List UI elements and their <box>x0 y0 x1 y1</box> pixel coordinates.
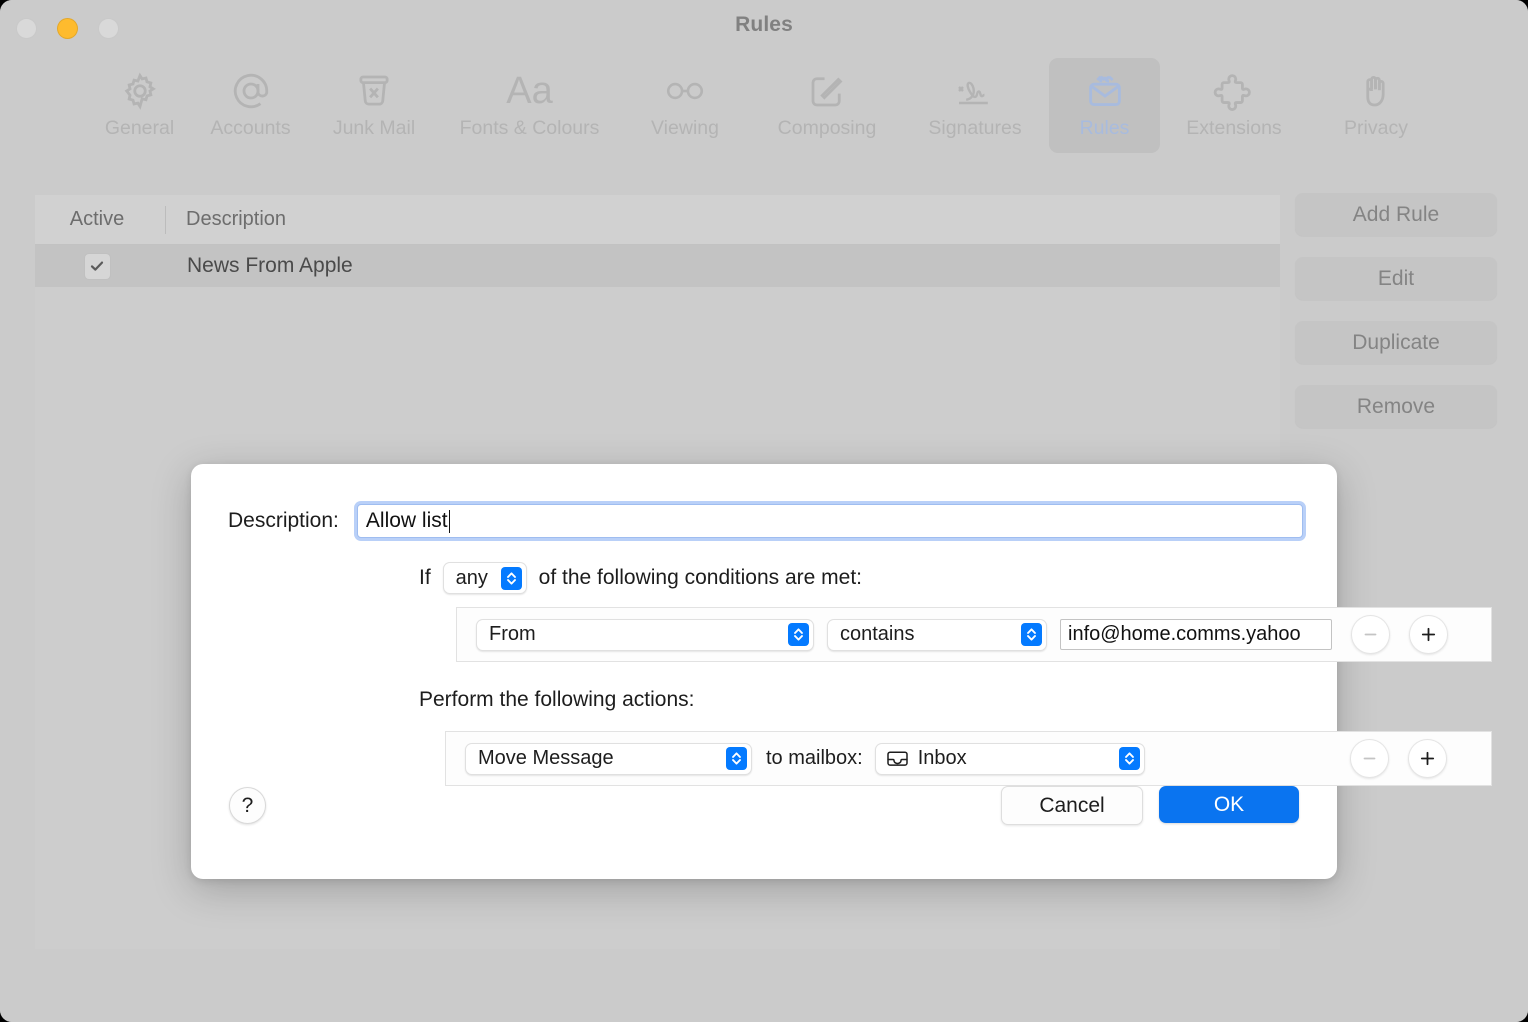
condition-value-text: info@home.comms.yahoo <box>1068 623 1301 645</box>
actions-group: Move Message to mailbox: Inbox <box>445 731 1492 786</box>
toolbar-item-general[interactable]: General <box>84 58 195 153</box>
condition-row: From contains info@home.comms.yahoo <box>457 608 1491 661</box>
toolbar-item-label: Fonts & Colours <box>459 117 600 139</box>
preferences-toolbar: General Accounts Junk Mail Aa Fonts & Co… <box>0 52 1528 159</box>
description-label: Description: <box>228 509 339 532</box>
signature-icon <box>951 68 999 114</box>
if-suffix-label: of the following conditions are met: <box>538 566 863 589</box>
add-condition-button[interactable] <box>1409 615 1448 654</box>
toolbar-item-viewing[interactable]: Viewing <box>617 58 753 153</box>
condition-header-popup[interactable]: From <box>476 618 814 651</box>
chevron-updown-icon <box>1118 747 1140 770</box>
puzzle-piece-icon <box>1211 68 1257 114</box>
condition-operator-popup[interactable]: contains <box>827 618 1047 651</box>
gear-icon <box>119 68 161 114</box>
toolbar-item-extensions[interactable]: Extensions <box>1160 58 1308 153</box>
rules-envelope-icon <box>1083 68 1127 114</box>
title-bar: Rules <box>0 0 1528 56</box>
conditions-group: From contains info@home.comms.yahoo <box>456 607 1492 662</box>
dialog-help-button[interactable]: ? <box>229 787 266 824</box>
toolbar-item-composing[interactable]: Composing <box>753 58 901 153</box>
toolbar-item-label: Privacy <box>1344 117 1408 139</box>
edit-rule-button[interactable]: Edit <box>1295 257 1497 300</box>
description-input[interactable]: Allow list <box>356 504 1303 538</box>
preferences-content: Active Description News From Apple Add R… <box>0 159 1528 1022</box>
column-header-active[interactable]: Active <box>35 208 165 231</box>
add-action-button[interactable] <box>1407 739 1447 778</box>
text-caret <box>448 509 451 533</box>
cancel-button[interactable]: Cancel <box>1001 786 1143 825</box>
toolbar-item-label: General <box>104 117 175 139</box>
toolbar-item-label: Junk Mail <box>332 117 416 139</box>
toolbar-item-junk-mail[interactable]: Junk Mail <box>306 58 442 153</box>
rules-preferences-window: Rules General Accounts Junk Mail Aa Font… <box>0 0 1528 1022</box>
action-row: Move Message to mailbox: Inbox <box>446 732 1491 785</box>
chevron-updown-icon <box>1021 623 1042 646</box>
rule-active-cell[interactable] <box>35 252 165 280</box>
rule-active-checkbox[interactable] <box>83 252 111 280</box>
table-row[interactable]: News From Apple <box>35 245 1280 287</box>
column-header-description[interactable]: Description <box>166 208 286 231</box>
to-mailbox-label: to mailbox: <box>766 747 863 769</box>
ok-button[interactable]: OK <box>1159 786 1299 823</box>
toolbar-item-signatures[interactable]: Signatures <box>901 58 1049 153</box>
condition-header-value: From <box>489 623 536 645</box>
aa-text-icon: Aa <box>506 70 553 112</box>
toolbar-item-accounts[interactable]: Accounts <box>195 58 306 153</box>
if-condition-row: If any of the following conditions are m… <box>419 562 862 594</box>
condition-value-input[interactable]: info@home.comms.yahoo <box>1060 619 1332 650</box>
toolbar-item-label: Accounts <box>210 117 291 139</box>
description-input-value: Allow list <box>365 509 448 532</box>
remove-rule-button[interactable]: Remove <box>1295 385 1497 428</box>
match-type-value: any <box>455 566 488 589</box>
trash-x-icon <box>353 68 395 114</box>
if-prefix-label: If <box>419 566 431 589</box>
rules-table-header: Active Description <box>35 195 1280 245</box>
toolbar-item-label: Rules <box>1079 117 1130 139</box>
duplicate-rule-button[interactable]: Duplicate <box>1295 321 1497 364</box>
edit-rule-dialog: Description: Allow list If any of the fo… <box>191 464 1492 879</box>
toolbar-item-rules[interactable]: Rules <box>1049 58 1160 153</box>
action-type-value: Move Message <box>478 747 614 769</box>
toolbar-item-privacy[interactable]: Privacy <box>1308 58 1444 153</box>
condition-operator-value: contains <box>840 623 915 645</box>
toolbar-item-label: Viewing <box>651 117 719 139</box>
toolbar-item-label: Extensions <box>1186 117 1282 139</box>
toolbar-item-fonts-colours[interactable]: Aa Fonts & Colours <box>442 58 617 153</box>
window-title: Rules <box>735 13 793 36</box>
glasses-icon <box>662 68 708 114</box>
hand-icon <box>1355 68 1397 114</box>
toolbar-item-label: Composing <box>777 117 877 139</box>
dialog-footer-buttons: Cancel OK <box>1001 786 1299 825</box>
rules-action-buttons: Add Rule Edit Duplicate Remove <box>1295 193 1497 428</box>
actions-label: Perform the following actions: <box>419 688 695 711</box>
action-type-popup[interactable]: Move Message <box>465 742 752 775</box>
rule-description-cell[interactable]: News From Apple <box>165 254 353 278</box>
at-sign-icon <box>230 68 272 114</box>
match-type-popup[interactable]: any <box>442 562 527 594</box>
remove-condition-button[interactable] <box>1351 615 1390 654</box>
add-rule-button[interactable]: Add Rule <box>1295 193 1497 236</box>
toolbar-item-label: Signatures <box>928 117 1022 139</box>
chevron-updown-icon <box>500 566 522 590</box>
chevron-updown-icon <box>788 623 809 646</box>
description-row: Description: Allow list <box>228 504 1303 538</box>
mailbox-popup[interactable]: Inbox <box>874 742 1145 775</box>
inbox-tray-icon <box>886 749 909 768</box>
compose-pencil-icon <box>806 68 848 114</box>
remove-action-button[interactable] <box>1349 739 1389 778</box>
chevron-updown-icon <box>726 747 747 770</box>
mailbox-value: Inbox <box>917 747 967 769</box>
